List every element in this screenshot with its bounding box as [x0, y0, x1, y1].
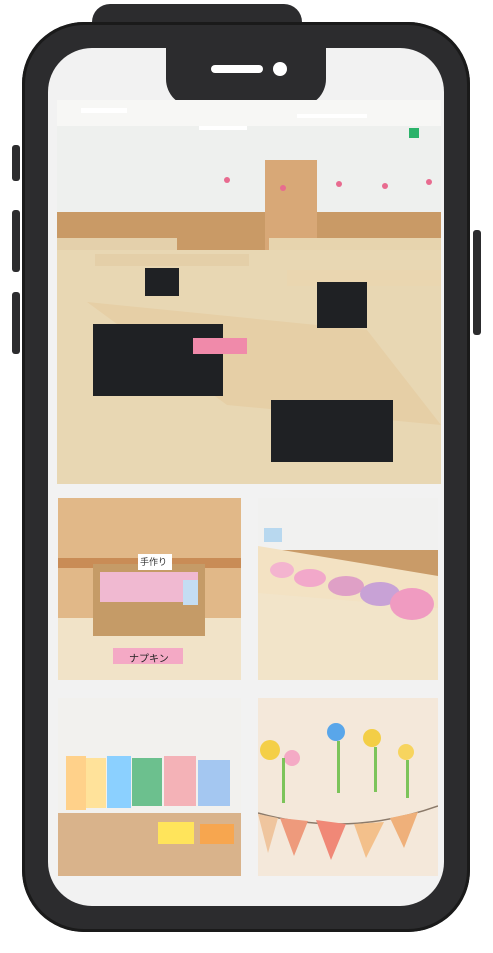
mute-switch: [12, 145, 20, 181]
speaker-grille: [211, 65, 263, 73]
seminar-room-photo: [57, 100, 441, 484]
volume-down-button: [12, 292, 20, 354]
volume-up-button: [12, 210, 20, 272]
phone-notch: [166, 47, 326, 107]
picture-book-shelf-photo: [58, 698, 241, 876]
baby-doll-table-photo: [258, 498, 438, 680]
wall-decoration-photo: [258, 698, 438, 876]
napkin-basket-photo: 手作り ナプキン: [58, 498, 241, 680]
power-button: [473, 230, 481, 335]
napkin-sign-label: 手作り: [140, 558, 168, 568]
napkin-tag-label: ナプキン: [129, 654, 169, 665]
front-camera: [273, 62, 287, 76]
